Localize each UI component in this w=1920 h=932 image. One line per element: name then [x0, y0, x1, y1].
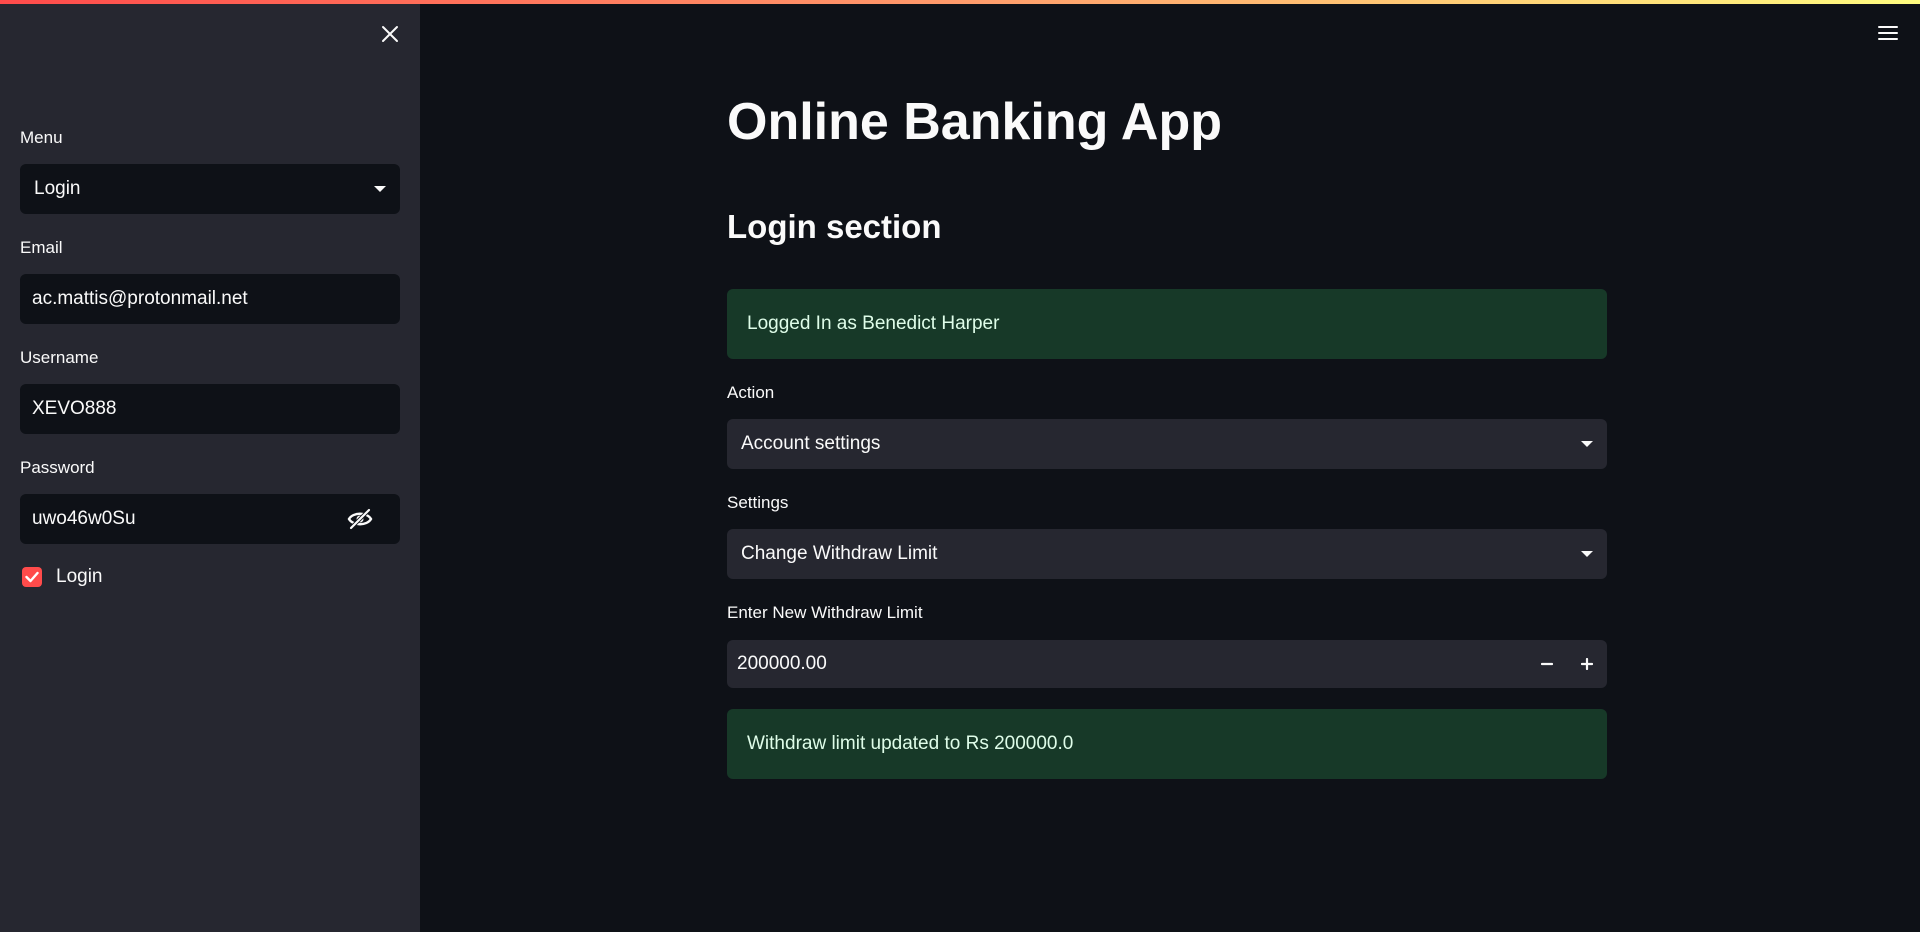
settings-select[interactable]: Change Withdraw Limit [727, 529, 1607, 579]
hamburger-menu-icon [1878, 26, 1898, 28]
caret-down-icon [374, 186, 386, 192]
logged-in-alert: Logged In as Benedict Harper [727, 289, 1607, 359]
username-field[interactable]: XEVO888 [20, 384, 400, 434]
password-field[interactable]: uwo46w0Su [20, 494, 400, 544]
password-visibility-toggle[interactable] [346, 506, 374, 532]
success-alert: Withdraw limit updated to Rs 200000.0 [727, 709, 1607, 779]
withdraw-limit-input[interactable]: 200000.00 [727, 640, 1607, 688]
menu-select[interactable]: Login [20, 164, 400, 214]
email-value: ac.mattis@protonmail.net [32, 288, 248, 309]
decrement-button[interactable] [1527, 640, 1567, 688]
login-checkbox[interactable] [22, 567, 42, 587]
action-select[interactable]: Account settings [727, 419, 1607, 469]
hamburger-line [1878, 32, 1898, 34]
increment-button[interactable] [1567, 640, 1607, 688]
close-sidebar-button[interactable] [376, 20, 404, 48]
plus-icon [1581, 658, 1593, 670]
menu-label: Menu [20, 128, 63, 147]
username-label: Username [20, 348, 99, 367]
withdraw-limit-label: Enter New Withdraw Limit [727, 603, 923, 622]
menu-select-value: Login [34, 178, 81, 199]
success-message: Withdraw limit updated to Rs 200000.0 [747, 733, 1074, 754]
settings-label: Settings [727, 493, 789, 512]
password-value: uwo46w0Su [32, 508, 136, 529]
top-decoration-stripe [0, 0, 1920, 4]
logged-in-message: Logged In as Benedict Harper [747, 313, 1000, 334]
email-label: Email [20, 238, 63, 257]
action-label: Action [727, 383, 775, 402]
close-icon [382, 26, 398, 42]
page-title: Online Banking App [727, 93, 1222, 151]
eye-slash-icon [347, 508, 373, 530]
withdraw-limit-value[interactable]: 200000.00 [737, 653, 1527, 675]
main-menu-button[interactable] [1878, 22, 1902, 44]
hamburger-line [1878, 38, 1898, 40]
sidebar: Menu Login Email ac.mattis@protonmail.ne… [0, 0, 420, 932]
action-select-value: Account settings [741, 433, 881, 454]
section-title: Login section [727, 208, 942, 245]
login-checkbox-label: Login [56, 566, 103, 587]
email-field[interactable]: ac.mattis@protonmail.net [20, 274, 400, 324]
caret-down-icon [1581, 551, 1593, 557]
login-checkbox-row[interactable]: Login [22, 566, 103, 588]
password-label: Password [20, 458, 95, 477]
minus-icon [1541, 662, 1553, 666]
caret-down-icon [1581, 441, 1593, 447]
username-value: XEVO888 [32, 398, 117, 419]
settings-select-value: Change Withdraw Limit [741, 543, 938, 564]
checkmark-icon [25, 571, 39, 583]
